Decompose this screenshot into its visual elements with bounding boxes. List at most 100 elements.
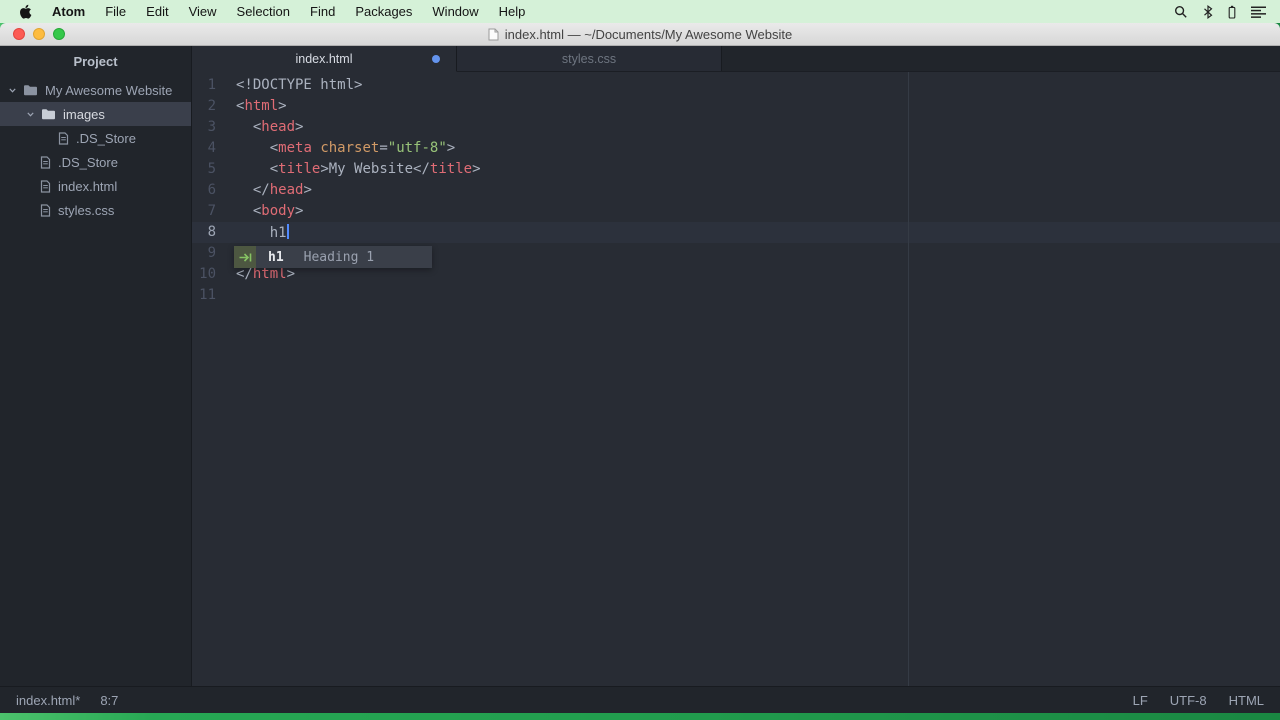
tree-item-label: images <box>63 107 105 122</box>
code-line-4[interactable]: 4 <meta charset="utf-8"> <box>192 138 1280 159</box>
tree-item-styles-css[interactable]: styles.css <box>0 198 191 222</box>
menu-item-help[interactable]: Help <box>489 4 536 19</box>
tab-index-html[interactable]: index.html <box>192 46 457 72</box>
code-token: </ <box>236 266 253 282</box>
code-token: body <box>261 203 295 219</box>
code-line-7[interactable]: 7 <body> <box>192 201 1280 222</box>
autocomplete-suggestion-row[interactable]: h1 Heading 1 <box>256 246 432 268</box>
line-number: 2 <box>192 96 216 117</box>
menu-item-edit[interactable]: Edit <box>136 4 178 19</box>
code-token: meta <box>278 140 312 156</box>
code-line-6[interactable]: 6 </head> <box>192 180 1280 201</box>
document-proxy-icon <box>488 28 499 41</box>
tree-item-my-awesome-website[interactable]: My Awesome Website <box>0 78 191 102</box>
line-content: <body> <box>236 201 303 222</box>
wrap-guide <box>908 72 909 686</box>
battery-icon[interactable] <box>1228 5 1236 19</box>
tree-item-label: .DS_Store <box>76 131 136 146</box>
code-token: head <box>270 182 304 198</box>
code-token: < <box>236 119 261 135</box>
tree-item-label: styles.css <box>58 203 114 218</box>
chevron-down-icon[interactable] <box>26 110 36 119</box>
code-token: > <box>278 98 286 114</box>
code-token: = <box>379 140 387 156</box>
menu-item-window[interactable]: Window <box>422 4 488 19</box>
line-number: 4 <box>192 138 216 159</box>
code-line-11[interactable]: 11 <box>192 285 1280 306</box>
close-button[interactable] <box>13 28 25 40</box>
status-encoding[interactable]: UTF-8 <box>1170 693 1207 708</box>
tab-styles-css[interactable]: styles.css <box>457 46 722 71</box>
code-token: < <box>236 140 278 156</box>
menu-item-file[interactable]: File <box>95 4 136 19</box>
title-bar[interactable]: index.html — ~/Documents/My Awesome Webs… <box>0 23 1280 46</box>
code-line-1[interactable]: 1<!DOCTYPE html> <box>192 75 1280 96</box>
line-number: 3 <box>192 117 216 138</box>
bluetooth-icon[interactable] <box>1203 5 1213 19</box>
zoom-button[interactable] <box>53 28 65 40</box>
status-file-name[interactable]: index.html* <box>16 693 80 708</box>
tree-item-index-html[interactable]: index.html <box>0 174 191 198</box>
line-content: <head> <box>236 117 303 138</box>
code-token: > <box>447 140 455 156</box>
tree-item-ds-store[interactable]: .DS_Store <box>0 150 191 174</box>
status-cursor-position[interactable]: 8:7 <box>100 693 118 708</box>
snippet-tab-icon <box>234 246 256 268</box>
file-icon <box>58 132 69 145</box>
code-token: </ <box>413 161 430 177</box>
notification-center-icon[interactable] <box>1251 6 1266 18</box>
line-number: 8 <box>192 222 216 243</box>
autocomplete-description: Heading 1 <box>304 250 374 265</box>
code-token: > <box>287 266 295 282</box>
code-token: </ <box>236 182 270 198</box>
folder-icon <box>23 84 38 96</box>
modified-indicator-dot[interactable] <box>432 55 440 63</box>
chevron-down-icon[interactable] <box>8 86 18 95</box>
code-token: title <box>430 161 472 177</box>
code-token: title <box>278 161 320 177</box>
line-content: h1 <box>236 222 289 243</box>
text-editor[interactable]: 1<!DOCTYPE html>2<html>3 <head>4 <meta c… <box>192 72 1280 686</box>
line-content: <html> <box>236 96 287 117</box>
apple-menu[interactable] <box>18 4 32 20</box>
code-token: < <box>236 161 278 177</box>
menu-item-packages[interactable]: Packages <box>345 4 422 19</box>
code-line-3[interactable]: 3 <head> <box>192 117 1280 138</box>
code-token: html <box>244 98 278 114</box>
code-token: > <box>472 161 480 177</box>
status-grammar[interactable]: HTML <box>1229 693 1264 708</box>
menu-item-selection[interactable]: Selection <box>227 4 300 19</box>
autocomplete-suggestion: h1 <box>268 250 284 265</box>
line-content: <title>My Website</title> <box>236 159 481 180</box>
tree-item-images[interactable]: images <box>0 102 191 126</box>
minimize-button[interactable] <box>33 28 45 40</box>
text-cursor <box>287 224 289 239</box>
code-token: "utf-8" <box>388 140 447 156</box>
menu-item-view[interactable]: View <box>179 4 227 19</box>
code-line-5[interactable]: 5 <title>My Website</title> <box>192 159 1280 180</box>
menu-item-find[interactable]: Find <box>300 4 345 19</box>
menu-bar-status-icons <box>1174 0 1266 23</box>
project-header: Project <box>0 46 191 76</box>
line-content: <!DOCTYPE html> <box>236 75 362 96</box>
line-content: </head> <box>236 180 312 201</box>
menu-item-atom[interactable]: Atom <box>42 4 95 19</box>
file-icon <box>40 204 51 217</box>
code-token: html <box>253 266 287 282</box>
line-content: <meta charset="utf-8"> <box>236 138 455 159</box>
tree-item-label: index.html <box>58 179 117 194</box>
project-sidebar: Project My Awesome Website images .DS_Stor… <box>0 46 192 686</box>
line-number: 5 <box>192 159 216 180</box>
spotlight-search-icon[interactable] <box>1174 5 1188 19</box>
code-line-8[interactable]: 8 h1 <box>192 222 1280 243</box>
tree-item-ds-store[interactable]: .DS_Store <box>0 126 191 150</box>
tree-item-label: My Awesome Website <box>45 83 172 98</box>
code-token: head <box>261 119 295 135</box>
atom-window: index.html — ~/Documents/My Awesome Webs… <box>0 23 1280 713</box>
code-line-2[interactable]: 2 <html> <box>192 96 1280 117</box>
autocomplete-popup: h1 Heading 1 <box>234 246 432 268</box>
apple-icon <box>18 4 32 20</box>
folder-icon <box>41 108 56 120</box>
status-line-ending[interactable]: LF <box>1133 693 1148 708</box>
code-token: <!DOCTYPE html> <box>236 77 362 93</box>
